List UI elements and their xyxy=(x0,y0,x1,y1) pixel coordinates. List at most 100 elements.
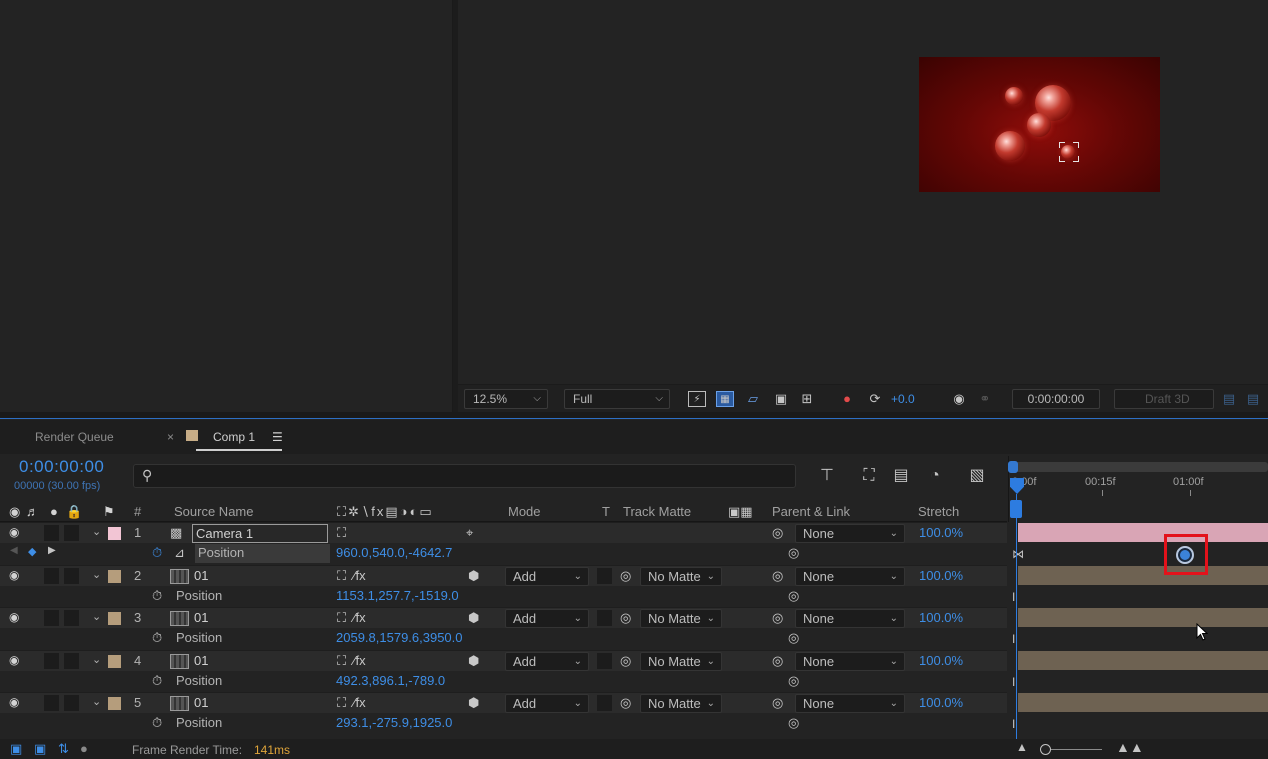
layer-duration-bar[interactable] xyxy=(1018,566,1268,585)
lock-toggle[interactable] xyxy=(64,568,79,584)
parent-select[interactable]: None ⌄ xyxy=(795,609,905,628)
in-out-icon[interactable]: ⇅ xyxy=(58,741,69,757)
3d-layer-icon[interactable]: ⬢ xyxy=(468,695,479,711)
render-time-icon[interactable]: ● xyxy=(80,741,88,756)
matte-pickwhip-icon[interactable]: ◎ xyxy=(620,653,631,669)
layer-row[interactable]: ◉ ⌄ 5 01 ⛶ ∕fx ⬢ Add ⌄ ◎ No Matte ⌄ ◎ None… xyxy=(0,692,1007,713)
column-mode[interactable]: Mode xyxy=(508,504,541,519)
chevron-down-icon[interactable]: ⌄ xyxy=(92,525,101,538)
label-icon[interactable]: ⚑ xyxy=(103,504,115,520)
property-row-position[interactable]: ⏱ Position 492.3,896.1,-789.0 ◎ xyxy=(0,671,1007,692)
column-t[interactable]: T xyxy=(602,504,610,519)
mode-select[interactable]: Add ⌄ xyxy=(505,609,589,628)
exposure-value[interactable]: +0.0 xyxy=(891,392,915,406)
track-matte-select[interactable]: No Matte ⌄ xyxy=(640,567,722,586)
lock-toggle[interactable] xyxy=(64,653,79,669)
3d-layer-icon[interactable]: ⬢ xyxy=(468,610,479,626)
stretch-value[interactable]: 100.0% xyxy=(919,610,963,625)
layer-name[interactable]: Camera 1 xyxy=(192,524,328,543)
track-matte-select[interactable]: No Matte ⌄ xyxy=(640,652,722,671)
prev-keyframe-icon[interactable]: ◀ xyxy=(10,545,18,556)
stretch-value[interactable]: 100.0% xyxy=(919,568,963,583)
position-value[interactable]: 960.0,540.0,-4642.7 xyxy=(336,545,452,560)
keyframe-icon[interactable]: ⋈ xyxy=(1012,547,1024,561)
zoom-select[interactable]: 12.5% ⌵ xyxy=(464,389,548,409)
stretch-value[interactable]: 100.0% xyxy=(919,695,963,710)
expression-pickwhip-icon[interactable]: ◎ xyxy=(788,545,799,561)
switch-icons[interactable]: ⛶ ∕fx xyxy=(337,695,366,711)
flowchart-icon[interactable]: ⊤ xyxy=(816,466,838,486)
3d-layer-icon[interactable]: ⬢ xyxy=(468,653,479,669)
frame-blending-icon[interactable]: ▤ xyxy=(890,466,912,486)
expression-pickwhip-icon[interactable]: ◎ xyxy=(788,673,799,689)
stretch-value[interactable]: 100.0% xyxy=(919,525,963,540)
view-layout-icon[interactable]: ▤ xyxy=(1220,391,1238,407)
layer-label-swatch[interactable] xyxy=(108,570,121,583)
parent-select[interactable]: None ⌄ xyxy=(795,524,905,543)
layer-duration-bar[interactable] xyxy=(1018,693,1268,712)
expression-pickwhip-icon[interactable]: ◎ xyxy=(788,630,799,646)
show-snapshot-icon[interactable]: ⚭ xyxy=(976,391,994,407)
stopwatch-icon[interactable]: ⏱ xyxy=(152,673,162,689)
grid-guides-icon[interactable]: ⊞ xyxy=(798,391,816,407)
lock-toggle[interactable] xyxy=(64,525,79,541)
region-of-interest-icon[interactable]: ▣ xyxy=(772,391,790,407)
parent-select[interactable]: None ⌄ xyxy=(795,694,905,713)
current-time-display[interactable]: 0:00:00:00 xyxy=(19,457,104,477)
layer-switches-icon[interactable]: ▣ xyxy=(10,741,22,757)
keyframe-icon[interactable]: I xyxy=(1012,717,1015,731)
layer-duration-bar-camera[interactable] xyxy=(1018,523,1268,542)
3d-layer-icon[interactable]: ⬢ xyxy=(468,568,479,584)
solo-toggle[interactable] xyxy=(44,568,59,584)
close-icon[interactable]: × xyxy=(167,430,174,444)
keyframe-icon[interactable]: I xyxy=(1012,590,1015,604)
lock-icon[interactable]: 🔒 xyxy=(66,504,82,520)
stretch-value[interactable]: 100.0% xyxy=(919,653,963,668)
layer-row-camera[interactable]: ◉ ⌄ 1 ▩ Camera 1 ⛶ ⌖ ◎ None ⌄ 100.0% xyxy=(0,522,1007,543)
layer-duration-bar[interactable] xyxy=(1018,651,1268,670)
column-stretch[interactable]: Stretch xyxy=(918,504,959,519)
layer-label-swatch[interactable] xyxy=(108,655,121,668)
pickwhip-icon[interactable]: ◎ xyxy=(772,695,783,711)
mode-select[interactable]: Add ⌄ xyxy=(505,652,589,671)
column-source-name[interactable]: Source Name xyxy=(174,504,253,519)
fast-preview-icon[interactable]: ⚡ xyxy=(688,391,706,407)
panel-menu-icon[interactable]: ☰ xyxy=(272,430,283,444)
viewer-timecode[interactable]: 0:00:00:00 xyxy=(1012,389,1100,409)
solo-toggle[interactable] xyxy=(44,525,59,541)
work-area-start-handle[interactable] xyxy=(1008,461,1018,473)
property-row-position[interactable]: ⏱ Position 1153.1,257.7,-1519.0 ◎ xyxy=(0,586,1007,607)
layer-name[interactable]: 01 xyxy=(194,653,208,668)
expression-pickwhip-icon[interactable]: ◎ xyxy=(788,715,799,731)
position-value[interactable]: 2059.8,1579.6,3950.0 xyxy=(336,630,463,645)
column-track-matte[interactable]: Track Matte xyxy=(623,504,691,519)
tab-render-queue[interactable]: Render Queue xyxy=(35,430,114,444)
switches-icons[interactable]: ⛶✲∖fx▤◑◐▭ xyxy=(337,504,434,520)
zoom-out-icon[interactable]: ▲ xyxy=(1016,740,1028,754)
layer-row[interactable]: ◉ ⌄ 4 01 ⛶ ∕fx ⬢ Add ⌄ ◎ No Matte ⌄ ◎ None… xyxy=(0,650,1007,671)
resolution-select[interactable]: Full ⌵ xyxy=(564,389,670,409)
layer-row[interactable]: ◉ ⌄ 3 01 ⛶ ∕fx ⬢ Add ⌄ ◎ No Matte ⌄ ◎ None… xyxy=(0,607,1007,628)
switch-icons[interactable]: ⛶ ∕fx xyxy=(337,653,366,669)
tab-comp[interactable]: Comp 1 xyxy=(213,430,255,444)
switch-icons[interactable]: ⛶ ∕fx xyxy=(337,610,366,626)
position-value[interactable]: 1153.1,257.7,-1519.0 xyxy=(336,588,459,603)
chevron-down-icon[interactable]: ⌄ xyxy=(92,610,101,623)
stopwatch-icon[interactable]: ⏱ xyxy=(152,545,162,561)
pickwhip-icon[interactable]: ◎ xyxy=(772,525,783,541)
work-area-bar[interactable] xyxy=(1010,462,1268,472)
eye-icon[interactable]: ◉ xyxy=(9,568,19,582)
parent-select[interactable]: None ⌄ xyxy=(795,567,905,586)
solo-toggle[interactable] xyxy=(44,610,59,626)
renderer-select[interactable]: Draft 3D xyxy=(1114,389,1214,409)
solo-toggle[interactable] xyxy=(44,653,59,669)
chevron-down-icon[interactable]: ⌄ xyxy=(92,653,101,666)
keyframe-icon[interactable]: I xyxy=(1012,675,1015,689)
zoom-in-icon[interactable]: ▲▲ xyxy=(1116,739,1144,755)
snapshot-icon[interactable]: ◉ xyxy=(950,391,968,407)
keyframe-icon[interactable]: I xyxy=(1012,632,1015,646)
position-value[interactable]: 293.1,-275.9,1925.0 xyxy=(336,715,452,730)
layer-label-swatch[interactable] xyxy=(108,697,121,710)
stopwatch-icon[interactable]: ⏱ xyxy=(152,630,162,646)
preserve-transparency-toggle[interactable] xyxy=(597,653,612,669)
